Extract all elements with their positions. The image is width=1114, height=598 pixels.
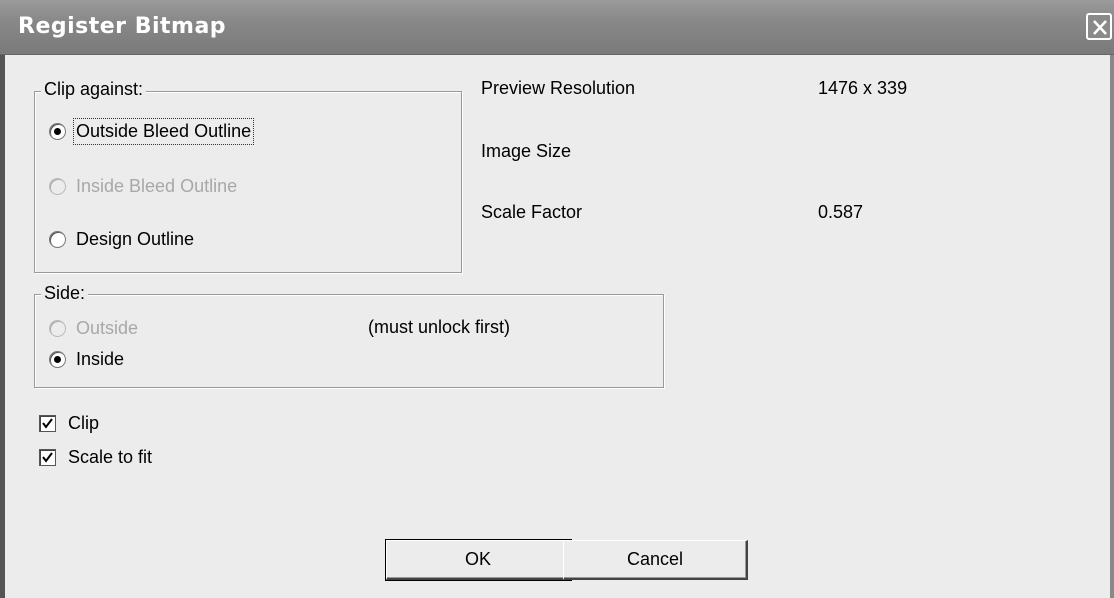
radio-inside-bleed-outline[interactable]: Inside Bleed Outline — [49, 173, 237, 199]
dialog-title: Register Bitmap — [18, 14, 227, 39]
scale-factor-label: Scale Factor — [481, 202, 583, 222]
radio-label: Inside — [76, 348, 125, 369]
title-bar[interactable]: Register Bitmap — [0, 0, 1114, 55]
scale-to-fit-checkbox-row[interactable]: Scale to fit — [39, 444, 152, 470]
radio-button[interactable] — [49, 122, 66, 140]
preview-resolution-label: Preview Resolution — [481, 78, 636, 98]
preview-resolution-value: 1476 x 339 — [818, 78, 908, 98]
scale-to-fit-checkbox-label: Scale to fit — [68, 446, 153, 467]
close-button[interactable] — [1086, 13, 1112, 40]
image-size-label: Image Size — [481, 141, 572, 161]
window-left-border — [0, 55, 5, 598]
side-legend: Side: — [41, 283, 89, 304]
dialog-window: Register Bitmap Clip against: Outside Bl… — [0, 0, 1114, 598]
clip-checkbox[interactable] — [39, 414, 56, 432]
radio-outside-bleed-outline[interactable]: Outside Bleed Outline — [49, 117, 255, 145]
radio-label: Outside — [76, 317, 139, 338]
radio-button[interactable] — [49, 319, 66, 337]
radio-side-inside[interactable]: Inside — [49, 346, 124, 372]
window-right-border — [1110, 55, 1114, 598]
scale-to-fit-checkbox[interactable] — [39, 448, 56, 466]
radio-button[interactable] — [49, 350, 66, 368]
close-icon — [1093, 20, 1107, 35]
side-group — [34, 294, 664, 388]
radio-label: Inside Bleed Outline — [76, 175, 238, 196]
scale-factor-value: 0.587 — [818, 202, 864, 222]
radio-design-outline[interactable]: Design Outline — [49, 226, 194, 252]
radio-label: Outside Bleed Outline — [72, 117, 255, 145]
radio-button[interactable] — [49, 230, 66, 248]
radio-side-outside[interactable]: Outside — [49, 315, 138, 341]
unlock-note: (must unlock first) — [368, 317, 511, 337]
clip-checkbox-label: Clip — [68, 412, 100, 433]
check-icon — [42, 417, 53, 429]
radio-label: Design Outline — [76, 228, 195, 249]
radio-button[interactable] — [49, 177, 66, 195]
clip-against-legend: Clip against: — [41, 79, 147, 100]
check-icon — [42, 451, 53, 463]
clip-checkbox-row[interactable]: Clip — [39, 410, 99, 436]
ok-button[interactable]: OK — [385, 539, 572, 581]
cancel-button[interactable]: Cancel — [563, 540, 748, 580]
